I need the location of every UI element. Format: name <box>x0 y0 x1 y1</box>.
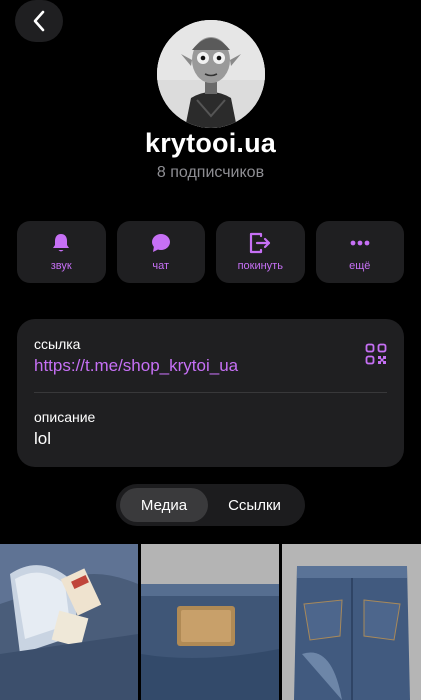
description-caption: описание <box>34 409 96 425</box>
tab-links[interactable]: Ссылки <box>208 488 301 522</box>
link-caption: ссылка <box>34 336 81 352</box>
channel-link[interactable]: https://t.me/shop_krytoi_ua <box>34 356 238 376</box>
more-label: ещё <box>349 260 371 272</box>
info-card: ссылка https://t.me/shop_krytoi_ua описа… <box>17 319 404 467</box>
media-links-tabs: Медиа Ссылки <box>116 484 305 526</box>
media-thumbnail[interactable] <box>0 544 138 700</box>
media-thumbnail[interactable] <box>141 544 279 700</box>
chevron-left-icon <box>33 10 45 32</box>
chat-button[interactable]: чат <box>116 221 205 283</box>
leave-label: покинуть <box>237 260 283 272</box>
qr-code-icon[interactable] <box>365 343 387 370</box>
tab-media[interactable]: Медиа <box>120 488 208 522</box>
more-dots-icon <box>350 240 370 246</box>
action-bar: звук чат покинуть ещё <box>17 221 404 283</box>
channel-name: krytooi.ua <box>144 128 277 158</box>
mute-button[interactable]: звук <box>17 221 106 283</box>
chat-label: чат <box>152 260 170 272</box>
media-grid <box>0 544 421 700</box>
more-button[interactable]: ещё <box>315 221 404 283</box>
back-button[interactable] <box>15 0 63 42</box>
divider <box>34 392 387 393</box>
subscriber-count: 8 подписчиков <box>156 164 265 181</box>
chat-bubble-icon <box>151 234 170 252</box>
channel-avatar[interactable] <box>157 20 265 128</box>
leave-icon <box>250 232 271 254</box>
leave-button[interactable]: покинуть <box>216 221 305 283</box>
media-thumbnail[interactable] <box>282 544 421 700</box>
channel-description: lol <box>34 429 52 448</box>
bell-icon <box>53 234 70 252</box>
mute-label: звук <box>50 260 72 272</box>
